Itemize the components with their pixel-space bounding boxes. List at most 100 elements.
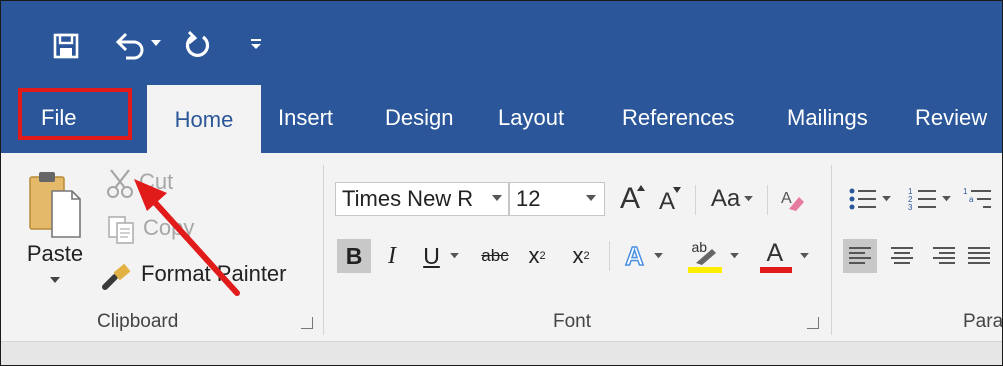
chevron-down-icon	[941, 195, 951, 201]
title-bar	[1, 1, 1002, 83]
chevron-down-icon	[449, 252, 459, 258]
align-center-icon	[891, 247, 913, 264]
ribbon-tabs: File Home Insert Design Layout Reference…	[1, 83, 1002, 155]
italic-button[interactable]: I	[377, 239, 407, 273]
format-painter-label: Format Painter	[141, 261, 287, 286]
superscript-label: x	[572, 243, 584, 268]
shrink-font-button[interactable]: A	[651, 183, 683, 217]
text-effects-button[interactable]: A	[615, 239, 673, 273]
divider	[767, 185, 768, 215]
font-size-combobox[interactable]: 12	[509, 182, 605, 216]
caret-up-icon	[637, 185, 645, 191]
tab-home[interactable]: Home	[147, 85, 261, 155]
tab-label: Design	[385, 105, 454, 130]
undo-icon[interactable]	[113, 29, 147, 61]
bullet-list-icon	[849, 188, 876, 210]
strikethrough-button[interactable]: abc	[475, 239, 515, 273]
cut-label: Cut	[139, 169, 174, 194]
svg-text:3: 3	[908, 203, 913, 212]
subscript-mark: 2	[539, 250, 546, 262]
italic-label: I	[388, 242, 396, 269]
chevron-down-icon	[729, 252, 739, 258]
tab-label: Insert	[278, 105, 334, 130]
chevron-down-icon	[492, 195, 502, 201]
format-painter-button[interactable]: Format Painter	[101, 259, 311, 293]
chevron-down-icon	[744, 195, 754, 201]
svg-text:a: a	[969, 195, 974, 204]
copy-icon	[108, 216, 134, 244]
grow-font-button[interactable]: A	[613, 181, 647, 217]
font-color-label: A	[766, 239, 784, 267]
bullets-button[interactable]	[841, 181, 897, 217]
paintbrush-icon	[102, 264, 131, 290]
tab-review[interactable]: Review	[915, 83, 987, 153]
divider	[695, 185, 696, 215]
tab-label: Layout	[498, 105, 565, 130]
clipboard-dialog-launcher-icon[interactable]	[301, 317, 313, 329]
superscript-button[interactable]: x2	[563, 239, 599, 273]
group-separator	[831, 165, 832, 335]
font-dialog-launcher-icon[interactable]	[807, 317, 819, 329]
font-size-value: 12	[516, 186, 541, 211]
divider	[609, 241, 610, 271]
clipboard-group-label: Clipboard	[97, 311, 179, 332]
tab-design[interactable]: Design	[385, 83, 453, 153]
scissors-icon	[107, 169, 133, 198]
text-effects-label: A	[624, 240, 644, 272]
clear-formatting-button[interactable]: A	[775, 183, 809, 217]
tab-label: Home	[174, 107, 234, 132]
tab-mailings[interactable]: Mailings	[787, 83, 868, 153]
change-case-button[interactable]: Aa	[703, 181, 761, 217]
subscript-label: x	[528, 243, 540, 268]
copy-button[interactable]: Copy	[105, 213, 215, 247]
justify-button[interactable]	[967, 239, 1002, 273]
multilevel-list-button[interactable]: 1 a	[963, 181, 1001, 217]
font-color-button[interactable]: A	[753, 237, 815, 275]
clear-formatting-icon: A	[781, 190, 804, 211]
multilevel-list-icon: 1 a	[963, 187, 991, 208]
svg-text:A: A	[781, 190, 792, 207]
highlighter-icon	[695, 249, 716, 265]
numbering-button[interactable]: 1 2 3	[901, 181, 957, 217]
superscript-mark: 2	[583, 250, 590, 262]
justify-icon	[968, 247, 990, 264]
bold-button[interactable]: B	[337, 239, 371, 273]
center-button[interactable]	[885, 239, 919, 273]
tab-label: References	[622, 105, 735, 130]
chevron-down-icon	[799, 252, 809, 258]
chevron-down-icon	[50, 277, 60, 283]
bold-label: B	[345, 242, 363, 269]
tab-insert[interactable]: Insert	[278, 83, 333, 153]
cut-button[interactable]: Cut	[105, 167, 195, 201]
paragraph-group-label: Para	[963, 311, 1003, 332]
chevron-down-icon	[654, 252, 663, 258]
caret-down-icon	[673, 187, 681, 193]
repeat-icon[interactable]	[181, 29, 215, 61]
paste-label: Paste	[26, 241, 84, 266]
font-group-label: Font	[553, 311, 592, 332]
change-case-label: Aa	[710, 185, 741, 212]
strikethrough-label: abc	[481, 246, 509, 265]
tab-references[interactable]: References	[622, 83, 735, 153]
font-name-combobox[interactable]: Times New R	[335, 182, 509, 216]
font-name-value: Times New R	[342, 186, 474, 211]
tab-label: Mailings	[787, 105, 868, 130]
tab-label: Review	[915, 105, 988, 130]
word-window: File Home Insert Design Layout Reference…	[0, 0, 1003, 366]
svg-text:1: 1	[963, 187, 968, 196]
text-highlight-color-button[interactable]: ab	[681, 237, 745, 275]
font-color-bar	[759, 267, 792, 273]
paste-button[interactable]: Paste	[17, 163, 93, 293]
subscript-button[interactable]: x2	[519, 239, 555, 273]
customize-qat-icon[interactable]	[246, 33, 266, 53]
tab-layout[interactable]: Layout	[498, 83, 564, 153]
copy-label: Copy	[143, 215, 195, 240]
chevron-down-icon[interactable]	[149, 37, 163, 51]
file-tab-highlight-box	[18, 88, 132, 140]
highlight-color-bar	[687, 267, 722, 273]
align-left-button[interactable]	[843, 239, 877, 273]
save-icon[interactable]	[51, 31, 81, 61]
align-right-button[interactable]	[927, 239, 961, 273]
clipboard-icon	[29, 172, 81, 238]
underline-button[interactable]: U	[413, 239, 469, 273]
